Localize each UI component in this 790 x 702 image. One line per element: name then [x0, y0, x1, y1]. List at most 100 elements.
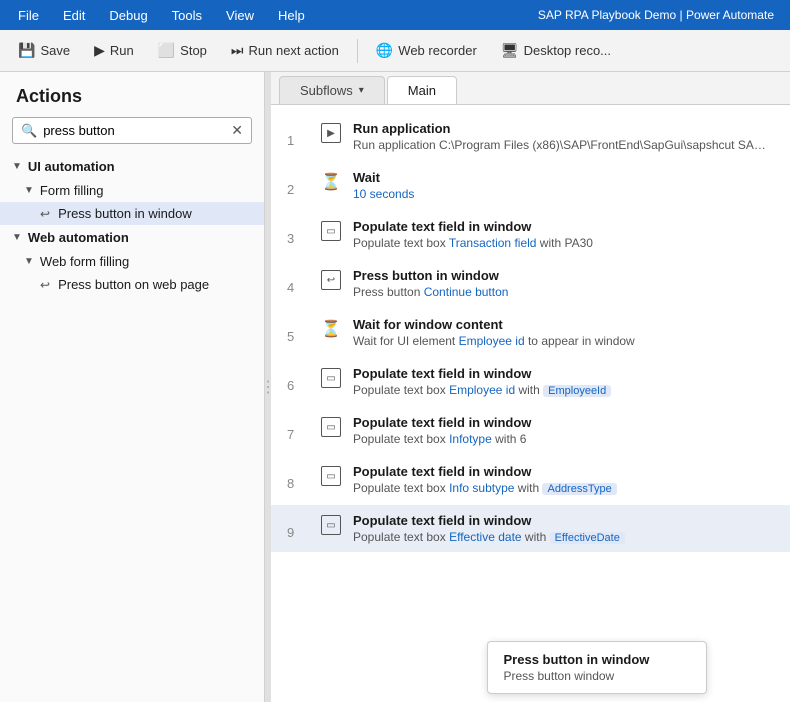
floating-card: Press button in window Press button wind… [487, 641, 707, 694]
web-form-filling-header[interactable]: ▼ Web form filling [0, 250, 264, 273]
step-5-icon: ⏳ [317, 309, 345, 356]
step-6-link: Employee id [449, 383, 515, 397]
step-4-icon: ↩ [317, 260, 345, 307]
web-form-filling-label: Web form filling [40, 254, 129, 269]
step-7-icon: ▭ [317, 407, 345, 454]
web-automation-header[interactable]: ▼ Web automation [0, 225, 264, 250]
step-6-title: Populate text field in window [353, 366, 766, 381]
ui-automation-header[interactable]: ▼ UI automation [0, 154, 264, 179]
step-3-number: 3 [287, 211, 317, 258]
step-8-content: Populate text field in window Populate t… [345, 456, 774, 503]
step-9-icon: ▭ [317, 505, 345, 552]
search-box: 🔍 ✕ [12, 117, 252, 144]
step-1-content: Run application Run application C:\Progr… [345, 113, 774, 160]
stop-button[interactable]: ⬜ Stop [148, 37, 217, 64]
run-icon: ▶ [94, 42, 105, 59]
desktop-recorder-icon: 🖥 [501, 42, 519, 59]
search-icon: 🔍 [21, 123, 37, 139]
menu-debug[interactable]: Debug [99, 4, 157, 27]
run-label: Run [110, 43, 134, 58]
menu-tools[interactable]: Tools [162, 4, 212, 27]
press-button-on-web-label: Press button on web page [58, 277, 209, 292]
press-button-in-window-label: Press button in window [58, 206, 192, 221]
menu-items: File Edit Debug Tools View Help [8, 4, 315, 27]
press-icon-4: ↩ [321, 270, 341, 290]
run-next-icon: ⏭ [231, 42, 244, 59]
tab-main[interactable]: Main [387, 76, 457, 104]
menu-help[interactable]: Help [268, 4, 315, 27]
step-7-link: Infotype [449, 432, 492, 446]
menu-file[interactable]: File [8, 4, 49, 27]
step-2-desc: 10 seconds [353, 187, 766, 201]
web-recorder-icon: 🌐 [376, 42, 393, 59]
step-9-badge: EffectiveDate [550, 532, 625, 544]
step-8-icon: ▭ [317, 456, 345, 503]
populate-icon-7: ▭ [321, 417, 341, 437]
step-1-desc: Run application C:\Program Files (x86)\S… [353, 138, 766, 152]
tabs-bar: Subflows ▾ Main [271, 72, 790, 105]
save-icon: 💾 [18, 42, 35, 59]
stop-label: Stop [180, 43, 207, 58]
tab-subflows-chevron: ▾ [359, 85, 364, 96]
save-button[interactable]: 💾 Save [8, 37, 80, 64]
step-3-title: Populate text field in window [353, 219, 766, 234]
search-input[interactable] [43, 123, 225, 138]
run-button[interactable]: ▶ Run [84, 37, 144, 64]
sidebar: Actions 🔍 ✕ ▼ UI automation ▼ Form filli… [0, 72, 265, 702]
flow-step-6: 6 ▭ Populate text field in window Popula… [271, 358, 790, 405]
press-button-in-window-icon: ↩ [40, 207, 50, 221]
press-button-on-web-item[interactable]: ↩ Press button on web page [0, 273, 264, 296]
step-5-link: Employee id [459, 334, 525, 348]
step-1-title: Run application [353, 121, 766, 136]
step-8-title: Populate text field in window [353, 464, 766, 479]
flow-step-2: 2 ⏳ Wait 10 seconds [271, 162, 790, 209]
clear-icon[interactable]: ✕ [231, 122, 243, 139]
step-5-title: Wait for window content [353, 317, 766, 332]
step-4-link: Continue button [424, 285, 509, 299]
step-9-title: Populate text field in window [353, 513, 766, 528]
step-5-number: 5 [287, 309, 317, 356]
run-app-icon: ▶ [321, 123, 341, 143]
flow-step-7: 7 ▭ Populate text field in window Popula… [271, 407, 790, 454]
run-next-label: Run next action [249, 43, 339, 58]
menu-view[interactable]: View [216, 4, 264, 27]
web-automation-chevron: ▼ [12, 232, 22, 243]
step-5-desc: Wait for UI element Employee id to appea… [353, 334, 766, 348]
form-filling-label: Form filling [40, 183, 104, 198]
save-label: Save [40, 43, 70, 58]
flow-step-4: 4 ↩ Press button in window Press button … [271, 260, 790, 307]
ui-automation-label: UI automation [28, 159, 115, 174]
step-2-icon: ⏳ [317, 162, 345, 209]
populate-icon-3: ▭ [321, 221, 341, 241]
step-6-desc: Populate text box Employee id with Emplo… [353, 383, 766, 397]
run-next-button[interactable]: ⏭ Run next action [221, 37, 349, 64]
toolbar: 💾 Save ▶ Run ⬜ Stop ⏭ Run next action 🌐 … [0, 30, 790, 72]
press-button-on-web-icon: ↩ [40, 278, 50, 292]
flow-step-9: 9 ▭ Populate text field in window Popula… [271, 505, 790, 552]
step-3-link: Transaction field [449, 236, 537, 250]
desktop-recorder-label: Desktop reco... [524, 43, 611, 58]
floating-card-desc: Press button window [504, 669, 690, 683]
step-6-icon: ▭ [317, 358, 345, 405]
menu-edit[interactable]: Edit [53, 4, 95, 27]
form-filling-header[interactable]: ▼ Form filling [0, 179, 264, 202]
populate-icon-6: ▭ [321, 368, 341, 388]
wait-icon: ⏳ [321, 172, 341, 192]
tab-subflows[interactable]: Subflows ▾ [279, 76, 385, 104]
flow-step-1: 1 ▶ Run application Run application C:\P… [271, 113, 790, 160]
flow-step-3: 3 ▭ Populate text field in window Popula… [271, 211, 790, 258]
step-7-content: Populate text field in window Populate t… [345, 407, 774, 454]
step-9-number: 9 [287, 505, 317, 552]
step-3-content: Populate text field in window Populate t… [345, 211, 774, 258]
main-layout: Actions 🔍 ✕ ▼ UI automation ▼ Form filli… [0, 72, 790, 702]
step-9-content: Populate text field in window Populate t… [345, 505, 774, 552]
tab-main-label: Main [408, 83, 436, 98]
web-recorder-button[interactable]: 🌐 Web recorder [366, 37, 487, 64]
step-2-title: Wait [353, 170, 766, 185]
desktop-recorder-button[interactable]: 🖥 Desktop reco... [491, 37, 621, 64]
step-4-content: Press button in window Press button Cont… [345, 260, 774, 307]
step-7-desc: Populate text box Infotype with 6 [353, 432, 766, 446]
tree-section-web-automation: ▼ Web automation ▼ Web form filling ↩ Pr… [0, 225, 264, 296]
sidebar-title: Actions [0, 72, 264, 117]
press-button-in-window-item[interactable]: ↩ Press button in window [0, 202, 264, 225]
